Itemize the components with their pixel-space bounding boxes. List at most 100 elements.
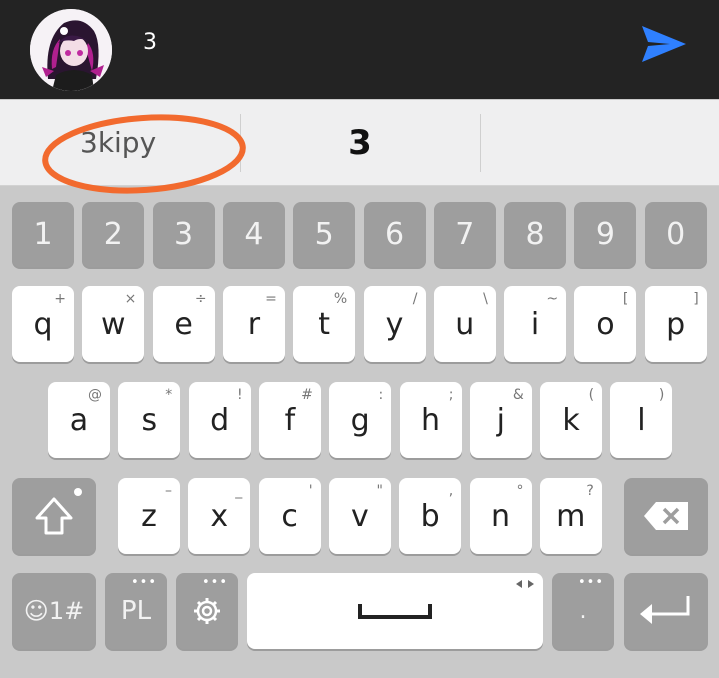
number-key[interactable]: 2 [82, 202, 145, 267]
letter-key[interactable]: s * [118, 382, 181, 458]
secondary-symbol: ! [236, 387, 243, 403]
letter-key-label: o [596, 306, 615, 342]
letter-key-label: u [455, 306, 475, 342]
letter-key[interactable]: n ° [469, 478, 532, 554]
space-bar-icon [358, 604, 432, 619]
letter-key[interactable]: k( [540, 382, 603, 458]
gear-icon [194, 598, 220, 624]
number-key[interactable]: 7 [433, 202, 496, 267]
avatar[interactable] [30, 9, 112, 91]
number-key-label: 5 [314, 217, 334, 252]
language-key-label: PL [120, 596, 152, 626]
suggestion-left[interactable]: 3kipy [40, 100, 220, 185]
secondary-symbol: ' [308, 483, 313, 499]
period-key-label: . [579, 598, 587, 624]
secondary-symbol: ( [588, 387, 595, 403]
number-key-label: 4 [244, 217, 264, 252]
secondary-symbol: = [265, 291, 277, 307]
letter-key[interactable]: z – [118, 478, 180, 554]
period-key[interactable]: . ••• [552, 573, 614, 649]
number-key[interactable]: 1 [12, 202, 74, 267]
send-button[interactable] [640, 22, 688, 66]
enter-key[interactable] [624, 573, 708, 649]
letter-key[interactable]: c ' [258, 478, 321, 554]
number-key-label: 2 [103, 217, 123, 252]
secondary-symbol: " [376, 483, 383, 499]
letter-key-label: w [101, 306, 126, 342]
letter-key[interactable]: h; [399, 382, 462, 458]
send-icon [642, 26, 686, 62]
suggestion-middle[interactable]: 3 [240, 100, 480, 185]
letter-key-label: k [562, 402, 580, 438]
secondary-symbol: ÷ [194, 291, 207, 307]
number-key[interactable]: 5 [293, 202, 356, 267]
number-key[interactable]: 3 [152, 202, 215, 267]
letter-key[interactable]: v " [328, 478, 391, 554]
space-bar[interactable] [247, 573, 543, 649]
secondary-symbol: ? [586, 483, 594, 499]
number-key[interactable]: 4 [222, 202, 285, 267]
letter-key[interactable]: q + [12, 286, 74, 362]
number-key[interactable]: 0 [644, 202, 707, 267]
shift-icon [35, 497, 73, 535]
letter-key-label: v [351, 498, 369, 534]
letter-key[interactable]: t% [293, 286, 356, 362]
letter-key[interactable]: d! [188, 382, 251, 458]
shift-key[interactable] [12, 478, 96, 554]
letter-key[interactable]: o[ [574, 286, 637, 362]
letter-key-label: f [284, 402, 296, 438]
secondary-symbol: – [165, 483, 172, 499]
letter-key-label: y [385, 306, 404, 342]
secondary-symbol: * [165, 387, 173, 403]
secondary-symbol: # [301, 387, 313, 403]
suggestion-right[interactable] [480, 100, 719, 185]
secondary-symbol: ° [516, 483, 524, 499]
letter-key[interactable]: l) [610, 382, 673, 458]
letter-key[interactable]: g: [329, 382, 392, 458]
number-key[interactable]: 9 [574, 202, 637, 267]
letter-key-label: r [247, 306, 261, 342]
letter-key[interactable]: r = [222, 286, 285, 362]
shift-indicator-dot [74, 488, 82, 496]
number-key[interactable]: 8 [504, 202, 567, 267]
letter-key[interactable]: y / [363, 286, 426, 362]
backspace-key[interactable] [624, 478, 708, 554]
letter-key-label: q [33, 306, 53, 342]
letter-key-label: s [141, 402, 158, 438]
secondary-symbol: % [333, 291, 348, 307]
letter-key[interactable]: m? [539, 478, 602, 554]
secondary-symbol: + [54, 291, 66, 307]
letter-key[interactable]: e ÷ [152, 286, 215, 362]
letter-key[interactable]: f # [258, 382, 321, 458]
enter-icon [640, 596, 690, 624]
letter-key-label: g [350, 402, 370, 438]
letter-key[interactable]: x _ [188, 478, 251, 554]
secondary-symbol: × [124, 291, 137, 307]
letter-key[interactable]: p] [644, 286, 707, 362]
letter-key[interactable]: i ~ [504, 286, 567, 362]
letter-key[interactable]: a @ [48, 382, 110, 458]
secondary-symbol: & [512, 387, 524, 403]
message-input-text[interactable]: 3 [143, 28, 157, 58]
letter-key[interactable]: b, [399, 478, 462, 554]
letter-key[interactable]: j & [469, 382, 532, 458]
language-key[interactable]: PL ••• [105, 573, 167, 649]
more-dots-icon: ••• [201, 575, 228, 590]
number-key[interactable]: 6 [363, 202, 426, 267]
secondary-symbol: @ [88, 387, 102, 403]
cursor-arrows-icon [516, 580, 534, 588]
letter-key[interactable]: w × [82, 286, 145, 362]
more-dots-icon: ••• [577, 575, 604, 590]
secondary-symbol: ) [658, 387, 665, 403]
secondary-symbol: , [448, 483, 454, 499]
letter-key-label: j [496, 402, 505, 438]
letter-key-label: e [174, 306, 193, 342]
secondary-symbol: : [378, 387, 384, 403]
number-key-label: 6 [384, 217, 405, 252]
letter-key[interactable]: u \ [433, 286, 496, 362]
settings-key[interactable]: ••• [176, 573, 238, 649]
number-key-label: 3 [174, 217, 194, 252]
symbols-key[interactable]: ☺1# [12, 573, 96, 649]
secondary-symbol: ; [448, 387, 454, 403]
more-dots-icon: ••• [130, 575, 157, 590]
